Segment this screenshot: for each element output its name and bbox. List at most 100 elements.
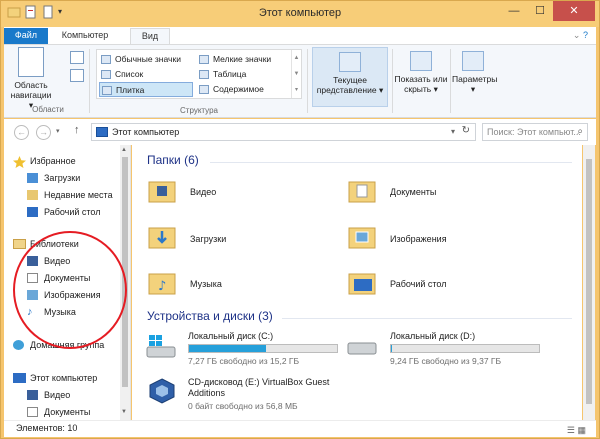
nav-item-downloads[interactable]: Загрузки xyxy=(26,170,80,186)
nav-item-pc-video[interactable]: Видео xyxy=(26,387,70,403)
folder-label-images[interactable]: Изображения xyxy=(390,234,447,244)
nav-item-pc-documents[interactable]: Документы xyxy=(26,404,90,420)
local-drive-icon[interactable] xyxy=(347,337,377,357)
libraries-icon xyxy=(13,239,26,249)
cd-drive-info: 0 байт свободно из 56,8 МБ xyxy=(188,401,298,411)
folder-label-downloads[interactable]: Загрузки xyxy=(190,234,226,244)
show-hide-icon xyxy=(410,51,432,71)
content-scrollbar[interactable] xyxy=(583,145,595,420)
downloads-folder-icon xyxy=(27,173,38,183)
recent-places-icon xyxy=(27,190,38,200)
layout-option-small-icons[interactable]: Мелкие значки xyxy=(197,52,271,67)
drive-d-usage-fill xyxy=(391,345,393,352)
show-hide-label: Показать или скрыть xyxy=(394,74,448,94)
back-button[interactable]: ← xyxy=(14,125,29,140)
large-icons-icon xyxy=(101,55,111,64)
nav-label: Видео xyxy=(44,390,71,400)
chevron-down-icon[interactable]: ⌄ xyxy=(573,30,581,40)
video-folder-icon[interactable] xyxy=(148,177,176,205)
desktop-folder-icon[interactable] xyxy=(348,269,376,297)
layout-option-list[interactable]: Список xyxy=(99,67,143,82)
nav-item-lib-documents[interactable]: Документы xyxy=(26,270,90,286)
documents-folder-icon[interactable] xyxy=(348,177,376,205)
search-icon[interactable]: ⌕ xyxy=(577,126,583,137)
scroll-up-icon[interactable]: ▲ xyxy=(121,147,127,153)
nav-item-lib-music[interactable]: ♪ Музыка xyxy=(26,304,76,320)
drive-label-c[interactable]: Локальный диск (C:) xyxy=(188,331,273,341)
address-dropdown-icon[interactable]: ▾ xyxy=(451,127,455,136)
folder-label-documents[interactable]: Документы xyxy=(390,187,436,197)
virtualbox-cd-icon[interactable] xyxy=(148,377,176,405)
nav-pane-button[interactable]: Область навигации ▾ xyxy=(10,47,52,110)
tiles-view-icon[interactable]: ▦ xyxy=(577,425,586,435)
images-folder-icon[interactable] xyxy=(348,223,376,251)
layout-option-content[interactable]: Содержимое xyxy=(197,82,264,97)
options-button[interactable]: Параметры ▾ xyxy=(452,47,498,94)
address-bar[interactable]: Этот компьютер ▾ ↻ xyxy=(91,123,476,141)
details-view-icon[interactable]: ☰ xyxy=(567,425,575,435)
sort-by-icon xyxy=(339,52,361,72)
folder-label-desktop[interactable]: Рабочий стол xyxy=(390,279,447,289)
layout-option-details[interactable]: Таблица xyxy=(197,67,246,82)
nav-label: Музыка xyxy=(44,307,76,317)
tab-view[interactable]: Вид xyxy=(130,28,170,44)
layout-gallery-scroll[interactable]: ▲ ▼ ▾ xyxy=(291,50,301,98)
nav-item-favorites[interactable]: Избранное xyxy=(12,153,76,169)
nav-item-libraries[interactable]: Библиотеки xyxy=(12,236,79,252)
nav-label: Документы xyxy=(44,407,91,417)
current-view-button[interactable]: Текущее представление ▾ xyxy=(312,47,388,107)
nav-item-this-pc[interactable]: Этот компьютер xyxy=(12,370,97,386)
music-folder-icon[interactable]: ♪ xyxy=(148,269,176,297)
navigation-pane: Избранное Загрузки Недавние места Рабочи… xyxy=(4,145,131,420)
drive-c-usage-fill xyxy=(189,345,266,352)
windows-drive-icon[interactable] xyxy=(146,333,176,359)
computer-icon xyxy=(96,127,108,137)
options-label: Параметры xyxy=(452,74,498,84)
help-icon[interactable]: ? xyxy=(583,30,588,40)
section-header-folders[interactable]: Папки (6) xyxy=(147,153,199,167)
group-label-layout: Структура xyxy=(180,106,218,115)
cd-drive-label[interactable]: CD-дисковод (E:) VirtualBox Guest Additi… xyxy=(188,377,348,399)
nav-item-lib-images[interactable]: Изображения xyxy=(26,287,101,303)
section-divider xyxy=(282,318,572,319)
nav-item-recent[interactable]: Недавние места xyxy=(26,187,113,203)
layout-option-tiles[interactable]: Плитка xyxy=(99,82,193,97)
tab-file[interactable]: Файл xyxy=(4,28,48,44)
window-controls: — ☐ ✕ xyxy=(501,1,595,21)
search-input[interactable]: Поиск: Этот компьют... ⌕ xyxy=(482,123,588,141)
nav-item-homegroup[interactable]: Домашняя группа xyxy=(12,337,104,353)
nav-item-lib-video[interactable]: Видео xyxy=(26,253,70,269)
ribbon-group-panes: Область навигации ▾ Области xyxy=(8,47,84,115)
tab-computer[interactable]: Компьютер xyxy=(54,28,116,44)
layout-label: Обычные значки xyxy=(115,54,181,64)
minimize-button[interactable]: — xyxy=(501,1,527,21)
video-icon xyxy=(27,390,38,400)
refresh-icon[interactable]: ↻ xyxy=(462,125,470,136)
tiles-icon xyxy=(102,86,112,95)
preview-pane-icon[interactable] xyxy=(70,51,84,64)
folder-label-music[interactable]: Музыка xyxy=(190,279,222,289)
nav-label: Загрузки xyxy=(44,173,81,183)
recent-locations-dropdown-icon[interactable]: ▾ xyxy=(56,127,60,135)
up-arrow-icon[interactable]: ↑ xyxy=(74,124,80,136)
downloads-folder-icon[interactable] xyxy=(148,223,176,251)
close-button[interactable]: ✕ xyxy=(553,1,595,21)
nav-pane-scrollbar[interactable]: ▲ ▼ xyxy=(120,145,130,420)
view-toggle-icons[interactable]: ☰ ▦ xyxy=(567,423,586,438)
forward-button[interactable]: → xyxy=(36,125,51,140)
folder-label-video[interactable]: Видео xyxy=(190,187,216,197)
layout-option-large-icons[interactable]: Обычные значки xyxy=(99,52,181,67)
scroll-down-icon[interactable]: ▼ xyxy=(121,409,127,415)
ribbon-toggle-icons[interactable]: ⌄ ? xyxy=(573,30,588,41)
scrollbar-thumb[interactable] xyxy=(122,157,128,387)
details-pane-icon[interactable] xyxy=(70,69,84,82)
drive-label-d[interactable]: Локальный диск (D:) xyxy=(390,331,475,341)
nav-label: Рабочий стол xyxy=(44,207,101,217)
show-hide-button[interactable]: Показать или скрыть ▾ xyxy=(394,47,448,94)
nav-item-desktop[interactable]: Рабочий стол xyxy=(26,204,101,220)
item-count: Элементов: 10 xyxy=(16,423,78,433)
section-header-devices[interactable]: Устройства и диски (3) xyxy=(147,309,273,323)
maximize-button[interactable]: ☐ xyxy=(527,1,553,21)
scrollbar-thumb[interactable] xyxy=(586,159,592,404)
star-icon xyxy=(13,156,26,168)
